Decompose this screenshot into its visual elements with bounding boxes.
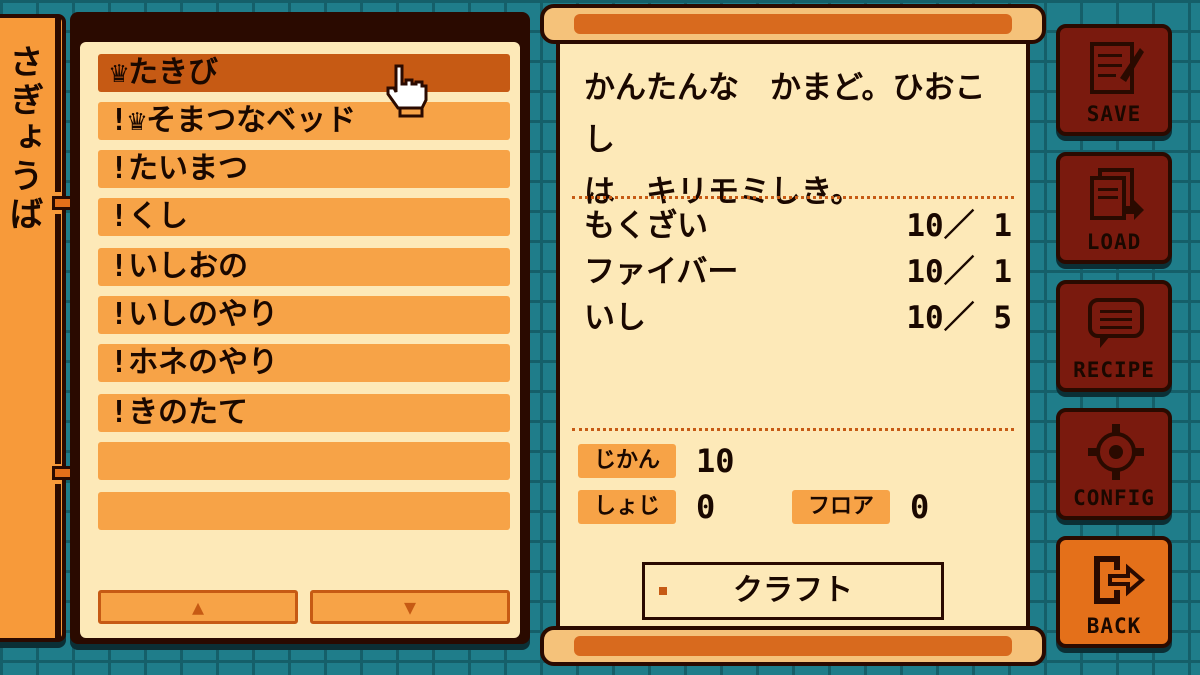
recipe-item-3[interactable]: !くし [98, 198, 510, 236]
tab-rail-lower [55, 484, 61, 640]
item-label: きのたて [128, 395, 249, 430]
item-prefix: ! [110, 345, 129, 380]
item-label: ホネのやり [128, 345, 279, 380]
scroll-roll-top [540, 4, 1046, 44]
time-label: じかん [578, 444, 676, 478]
craft-button[interactable]: クラフト [642, 562, 944, 620]
item-prefix: !♛ [110, 103, 147, 138]
speech-bubble-icon [1088, 298, 1144, 348]
recipe-button[interactable]: RECIPE [1056, 280, 1172, 392]
item-prefix: ! [110, 199, 129, 234]
description-line-1: かんたんな かまど。ひおこし [584, 70, 986, 158]
back-button[interactable]: BACK [1056, 536, 1172, 648]
material-qty: 10／ 1 [906, 254, 1012, 290]
material-row: ファイバー 10／ 1 [584, 248, 1014, 296]
workshop-tab-title: さぎょうば [3, 44, 43, 234]
config-button[interactable]: CONFIG [1056, 408, 1172, 520]
scroll-up-button[interactable]: ▲ [98, 590, 298, 624]
craft-label: クラフト [733, 573, 853, 608]
documents-arrow-icon [1090, 168, 1144, 220]
recipe-item-6[interactable]: !ホネのやり [98, 344, 510, 382]
item-prefix: ! [110, 151, 129, 186]
item-label: たきび [128, 55, 219, 90]
divider-top [572, 196, 1014, 199]
item-label: くし [128, 199, 189, 234]
gear-icon [1088, 424, 1144, 480]
pointing-hand-icon [386, 64, 428, 118]
owned-value: 0 [696, 488, 716, 526]
material-row: いし 10／ 5 [584, 294, 1014, 342]
material-name: いし [584, 300, 646, 336]
item-label: いしのやり [128, 297, 279, 332]
item-label: そまつなベッド [146, 103, 357, 138]
item-prefix: ! [110, 297, 129, 332]
material-row: もくざい 10／ 1 [584, 202, 1014, 250]
config-label: CONFIG [1073, 486, 1155, 510]
recipe-item-4[interactable]: !いしおの [98, 248, 510, 286]
floor-value: 0 [910, 488, 930, 526]
recipe-item-1[interactable]: !♛そまつなベッド [98, 102, 510, 140]
recipe-item-2[interactable]: !たいまつ [98, 150, 510, 188]
recipe-item-0[interactable]: ♛たきび [98, 54, 510, 92]
exit-arrow-icon [1094, 556, 1146, 604]
scroll-down-button[interactable]: ▼ [310, 590, 510, 624]
owned-label: しょじ [578, 490, 676, 524]
floor-label: フロア [792, 490, 890, 524]
craft-cursor-dot [659, 587, 667, 595]
recipe-item-8[interactable] [98, 442, 510, 480]
item-prefix: ♛ [110, 55, 129, 90]
item-label: いしおの [128, 249, 249, 284]
recipe-item-9[interactable] [98, 492, 510, 530]
tab-rail-upper [55, 16, 61, 192]
save-label: SAVE [1086, 102, 1142, 126]
load-button[interactable]: LOAD [1056, 152, 1172, 264]
save-button[interactable]: SAVE [1056, 24, 1172, 136]
item-label: たいまつ [128, 151, 249, 186]
notepad-pencil-icon [1090, 42, 1144, 94]
scroll-roll-bottom [540, 626, 1046, 666]
time-value: 10 [696, 442, 735, 480]
divider-bottom [572, 428, 1014, 431]
recipe-description: かんたんな かまど。ひおこしは キリモミしき。 [584, 62, 1014, 218]
recipe-item-5[interactable]: !いしのやり [98, 296, 510, 334]
material-name: もくざい [584, 208, 708, 244]
load-label: LOAD [1086, 230, 1142, 254]
recipe-item-7[interactable]: !きのたて [98, 394, 510, 432]
back-label: BACK [1086, 614, 1142, 638]
material-qty: 10／ 5 [906, 300, 1012, 336]
material-name: ファイバー [584, 254, 739, 290]
tab-rail-middle [55, 214, 61, 464]
material-qty: 10／ 1 [906, 208, 1012, 244]
item-prefix: ! [110, 249, 129, 284]
recipe-label: RECIPE [1073, 358, 1155, 382]
item-prefix: ! [110, 395, 129, 430]
